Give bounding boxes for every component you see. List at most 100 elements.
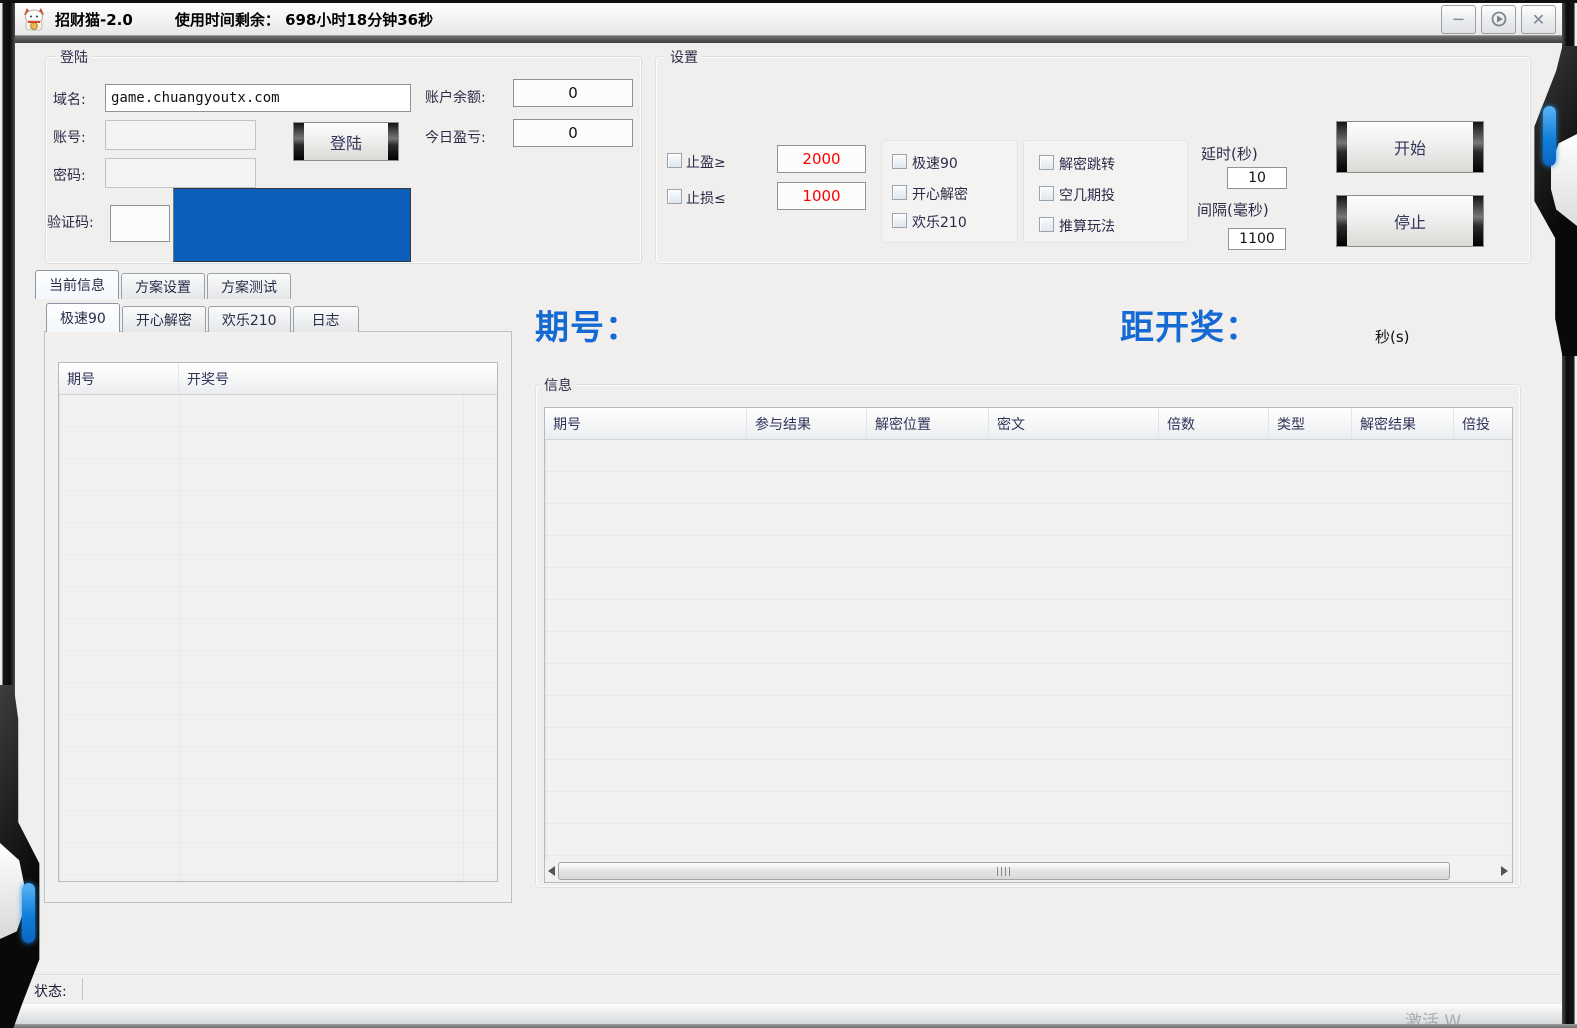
bottom-band — [15, 1003, 1562, 1024]
tab-label: 方案设置 — [135, 277, 191, 297]
settings-button[interactable] — [1481, 5, 1516, 34]
tab-plan-test[interactable]: 方案测试 — [207, 273, 291, 299]
time-remaining: 使用时间剩余： 698小时18分钟36秒 — [175, 9, 433, 30]
period-heading: 期号： — [535, 300, 640, 349]
close-icon: ✕ — [1532, 10, 1545, 29]
start-button[interactable]: 开始 — [1336, 121, 1484, 173]
period-heading-label: 期号： — [535, 308, 640, 348]
settings-group-label: 设置 — [666, 47, 702, 67]
subtab-jisu90[interactable]: 极速90 — [46, 303, 120, 332]
sub-tabstrip: 极速90 开心解密 欢乐210 日志 — [46, 303, 361, 332]
minimize-button[interactable]: ─ — [1441, 5, 1476, 34]
col-participation-result[interactable]: 参与结果 — [747, 408, 867, 439]
scrollbar-grip-icon — [997, 867, 1011, 876]
interval-input[interactable] — [1228, 228, 1286, 250]
scroll-right-arrow-icon[interactable] — [1498, 861, 1511, 881]
domain-input[interactable] — [105, 84, 411, 112]
tab-label: 方案测试 — [221, 277, 277, 297]
col-period[interactable]: 期号 — [59, 363, 179, 394]
jisu90-checkbox[interactable] — [892, 154, 907, 169]
captcha-label: 验证码: — [47, 212, 94, 232]
main-tabstrip: 当前信息 方案设置 方案测试 — [35, 270, 293, 299]
subtab-kaixin[interactable]: 开心解密 — [122, 306, 206, 332]
stop-win-checkbox[interactable] — [667, 153, 682, 168]
delay-input[interactable] — [1227, 167, 1287, 189]
password-label: 密码: — [53, 165, 86, 185]
account-input[interactable] — [105, 120, 256, 150]
settings-groupbox: 设置 止盈≥ 2000 止损≤ 1000 极速90 开心解密 欢乐210 解密跳… — [655, 56, 1531, 264]
kongjiqi-checkbox[interactable] — [1039, 186, 1054, 201]
stop-win-value[interactable]: 2000 — [777, 145, 866, 173]
delay-label: 延时(秒) — [1201, 143, 1258, 164]
tuisuan-checkbox[interactable] — [1039, 217, 1054, 232]
login-button-label: 登陆 — [330, 130, 362, 154]
tuisuan-label: 推算玩法 — [1059, 216, 1115, 236]
info-table-body[interactable] — [545, 440, 1512, 882]
stop-win-label: 止盈≥ — [686, 152, 726, 172]
col-multiplier[interactable]: 倍数 — [1159, 408, 1269, 439]
close-button[interactable]: ✕ — [1521, 5, 1556, 34]
subtab-label: 日志 — [312, 310, 340, 330]
col-decrypt-position[interactable]: 解密位置 — [867, 408, 989, 439]
scrollbar-thumb[interactable] — [558, 862, 1450, 880]
subtab-label: 极速90 — [60, 308, 106, 328]
subtab-log[interactable]: 日志 — [293, 306, 359, 332]
col-bet-multiple[interactable]: 倍投 — [1454, 408, 1512, 439]
settings-icon — [1490, 10, 1508, 28]
kongjiqi-label: 空几期投 — [1059, 185, 1115, 205]
title-bar[interactable]: 招财猫-2.0 使用时间剩余： 698小时18分钟36秒 ─ ✕ — [15, 3, 1562, 36]
subtab-label: 欢乐210 — [222, 310, 277, 330]
info-groupbox: 信息 期号 参与结果 解密位置 密文 倍数 类型 解密结果 倍投 — [535, 384, 1521, 888]
tab-plan-settings[interactable]: 方案设置 — [121, 273, 205, 299]
balance-value: 0 — [513, 79, 633, 107]
login-group-label: 登陆 — [56, 47, 92, 67]
blue-accent — [1543, 106, 1556, 166]
seconds-label: 秒(s) — [1375, 326, 1410, 347]
window-skin-left-ornament — [0, 685, 48, 1028]
stop-button[interactable]: 停止 — [1336, 195, 1484, 247]
info-table[interactable]: 期号 参与结果 解密位置 密文 倍数 类型 解密结果 倍投 — [544, 407, 1513, 883]
info-table-hscrollbar[interactable] — [545, 861, 1511, 881]
subtab-huanle210[interactable]: 欢乐210 — [208, 306, 291, 332]
statusbar-separator — [15, 974, 1562, 976]
col-type[interactable]: 类型 — [1269, 408, 1352, 439]
countdown-heading-label: 距开奖： — [1120, 308, 1260, 348]
blue-accent — [22, 883, 35, 943]
password-input[interactable] — [105, 158, 256, 188]
interval-label: 间隔(毫秒) — [1197, 199, 1269, 220]
history-table-body[interactable] — [59, 395, 497, 881]
login-button[interactable]: 登陆 — [293, 122, 399, 161]
app-window: 招财猫-2.0 使用时间剩余： 698小时18分钟36秒 ─ ✕ 登陆 域名: … — [0, 0, 1577, 1028]
history-table[interactable]: 期号 开奖号 — [58, 362, 498, 882]
jisu90-label: 极速90 — [912, 153, 958, 173]
col-decrypt-result[interactable]: 解密结果 — [1352, 408, 1454, 439]
stop-button-label: 停止 — [1394, 209, 1426, 233]
history-table-header: 期号 开奖号 — [59, 363, 497, 395]
huanle210-checkbox[interactable] — [892, 213, 907, 228]
domain-label: 域名: — [53, 89, 86, 109]
start-button-label: 开始 — [1394, 135, 1426, 159]
jiemi-jump-label: 解密跳转 — [1059, 154, 1115, 174]
tab-current-info[interactable]: 当前信息 — [35, 270, 119, 299]
info-group-label: 信息 — [540, 375, 576, 395]
window-skin-bottom — [0, 1024, 1577, 1028]
col-period[interactable]: 期号 — [545, 408, 747, 439]
minimize-icon: ─ — [1454, 10, 1464, 29]
stop-loss-label: 止损≤ — [686, 188, 726, 208]
countdown-heading: 距开奖： — [1120, 300, 1260, 349]
stop-loss-value[interactable]: 1000 — [777, 182, 866, 210]
jiemi-jump-checkbox[interactable] — [1039, 155, 1054, 170]
stop-loss-checkbox[interactable] — [667, 189, 682, 204]
window-skin-right-ornament — [1525, 46, 1577, 356]
kaixin-checkbox[interactable] — [892, 185, 907, 200]
kaixin-label: 开心解密 — [912, 184, 968, 204]
option-checkbox-panel: 解密跳转 空几期投 推算玩法 — [1023, 140, 1188, 243]
captcha-image[interactable] — [173, 188, 411, 262]
time-remaining-label: 使用时间剩余： — [175, 11, 280, 29]
col-draw-number[interactable]: 开奖号 — [179, 363, 497, 394]
captcha-input[interactable] — [110, 205, 170, 242]
title-bar-underline — [15, 36, 1562, 43]
scroll-left-arrow-icon[interactable] — [545, 861, 558, 881]
col-ciphertext[interactable]: 密文 — [989, 408, 1159, 439]
tab-label: 当前信息 — [49, 275, 105, 295]
